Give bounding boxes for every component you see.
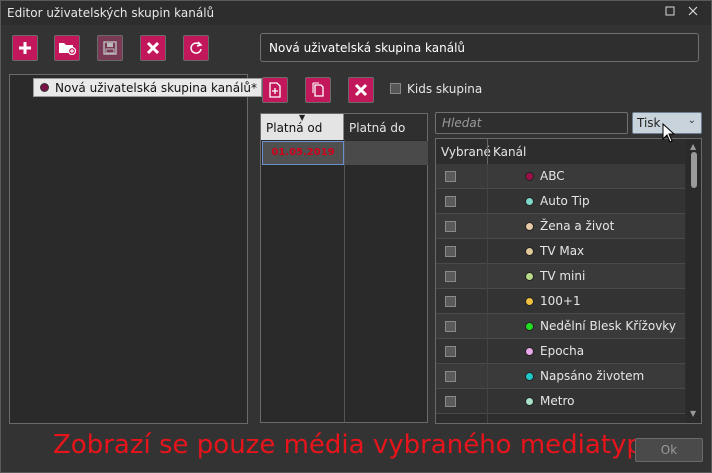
- vertical-scrollbar[interactable]: ▲ ▼: [686, 139, 701, 423]
- folder-add-icon: [58, 41, 76, 55]
- info-message: Zobrazí se pouze média vybraného mediaty…: [53, 430, 660, 460]
- col-channel[interactable]: Kanál: [493, 145, 526, 159]
- channel-name: Žena a život: [540, 219, 615, 233]
- channel-row[interactable]: Metro: [436, 389, 685, 414]
- copy-page-icon: [311, 82, 325, 98]
- channel-name: Epocha: [540, 344, 585, 358]
- new-folder-button[interactable]: [54, 35, 80, 61]
- group-color-dot: [40, 83, 49, 92]
- delete-icon: [146, 41, 160, 55]
- channel-color-dot: [525, 172, 534, 181]
- save-button[interactable]: [97, 35, 123, 61]
- channel-row[interactable]: 100+1: [436, 289, 685, 314]
- sort-down-icon: ▼: [299, 113, 306, 122]
- close-icon[interactable]: [685, 5, 701, 21]
- window-title: Editor uživatelských skupin kanálů: [7, 6, 215, 20]
- channel-color-dot: [525, 222, 534, 231]
- add-date-button[interactable]: [262, 77, 288, 103]
- channel-row[interactable]: Žena a život: [436, 214, 685, 239]
- channel-name: ABC: [540, 169, 565, 183]
- column-divider: [487, 164, 488, 423]
- channel-color-dot: [525, 247, 534, 256]
- kids-label: Kids skupina: [407, 82, 483, 96]
- channel-checkbox[interactable]: [445, 346, 456, 357]
- col-valid-from[interactable]: ▼ Platná od: [261, 113, 344, 140]
- add-group-button[interactable]: [12, 35, 38, 61]
- channel-color-dot: [525, 197, 534, 206]
- col-valid-to[interactable]: Platná do: [344, 114, 427, 140]
- valid-from-cell[interactable]: 01.05.2019: [262, 141, 344, 165]
- channel-name: 100+1: [540, 294, 581, 308]
- delete-group-button[interactable]: [140, 35, 166, 61]
- scroll-thumb[interactable]: [691, 152, 697, 188]
- maximize-icon[interactable]: [662, 5, 678, 21]
- channel-color-dot: [525, 397, 534, 406]
- copy-date-button[interactable]: [305, 77, 331, 103]
- column-divider: [344, 140, 345, 422]
- channel-checkbox[interactable]: [445, 321, 456, 332]
- scroll-down-icon[interactable]: ▼: [690, 409, 696, 418]
- chevron-down-icon: ⌄: [687, 115, 696, 126]
- channel-row[interactable]: Napsáno životem: [436, 364, 685, 389]
- ok-button[interactable]: Ok: [635, 438, 703, 462]
- channel-name: Metro: [540, 394, 575, 408]
- title-bar: Editor uživatelských skupin kanálů: [1, 1, 711, 25]
- kids-checkbox[interactable]: [390, 83, 401, 94]
- channel-name: Auto Tip: [540, 194, 590, 208]
- search-input[interactable]: Hledat: [435, 112, 628, 134]
- tree-item-group[interactable]: Nová uživatelská skupina kanálů*: [33, 78, 262, 97]
- channel-color-dot: [525, 322, 534, 331]
- save-icon: [103, 41, 117, 55]
- channel-row[interactable]: TV mini: [436, 264, 685, 289]
- channel-name: TV mini: [540, 269, 586, 283]
- channel-color-dot: [525, 347, 534, 356]
- channel-checkbox[interactable]: [445, 246, 456, 257]
- refresh-icon: [189, 41, 203, 55]
- validity-table: ▼ Platná od Platná do 01.05.2019: [260, 113, 428, 423]
- channel-checkbox[interactable]: [445, 271, 456, 282]
- channel-row[interactable]: Epocha: [436, 339, 685, 364]
- channel-row[interactable]: ABC: [436, 164, 685, 189]
- group-name-input[interactable]: Nová uživatelská skupina kanálů: [260, 33, 699, 62]
- channel-color-dot: [525, 272, 534, 281]
- channel-checkbox[interactable]: [445, 196, 456, 207]
- channel-table: Vybrané Kanál ABC Auto Tip Žena a život TV …: [435, 138, 702, 424]
- add-page-icon: [268, 82, 282, 98]
- channel-checkbox[interactable]: [445, 171, 456, 182]
- channel-color-dot: [525, 297, 534, 306]
- valid-to-cell[interactable]: [345, 141, 428, 165]
- delete-date-button[interactable]: [348, 77, 374, 103]
- channel-table-header: Vybrané Kanál: [436, 139, 685, 165]
- channel-row[interactable]: TV Max: [436, 239, 685, 264]
- channel-checkbox[interactable]: [445, 221, 456, 232]
- tree-item-label: Nová uživatelská skupina kanálů*: [55, 81, 258, 95]
- channel-name: Nedělní Blesk Křížovky: [540, 319, 676, 333]
- channel-color-dot: [525, 372, 534, 381]
- editor-window: Editor uživatelských skupin kanálů Nová …: [0, 0, 712, 473]
- add-icon: [18, 41, 32, 55]
- refresh-button[interactable]: [183, 35, 209, 61]
- channel-name: TV Max: [540, 244, 585, 258]
- delete-icon: [354, 83, 368, 97]
- group-tree[interactable]: Nová uživatelská skupina kanálů*: [9, 74, 262, 424]
- channel-checkbox[interactable]: [445, 396, 456, 407]
- scroll-up-icon[interactable]: ▲: [690, 142, 696, 151]
- channel-name: Napsáno životem: [540, 369, 645, 383]
- channel-checkbox[interactable]: [445, 296, 456, 307]
- channel-checkbox[interactable]: [445, 371, 456, 382]
- col-selected[interactable]: Vybrané: [441, 145, 491, 159]
- channel-row[interactable]: Nedělní Blesk Křížovky: [436, 314, 685, 339]
- mouse-cursor-icon: [662, 123, 676, 143]
- channel-row[interactable]: Auto Tip: [436, 189, 685, 214]
